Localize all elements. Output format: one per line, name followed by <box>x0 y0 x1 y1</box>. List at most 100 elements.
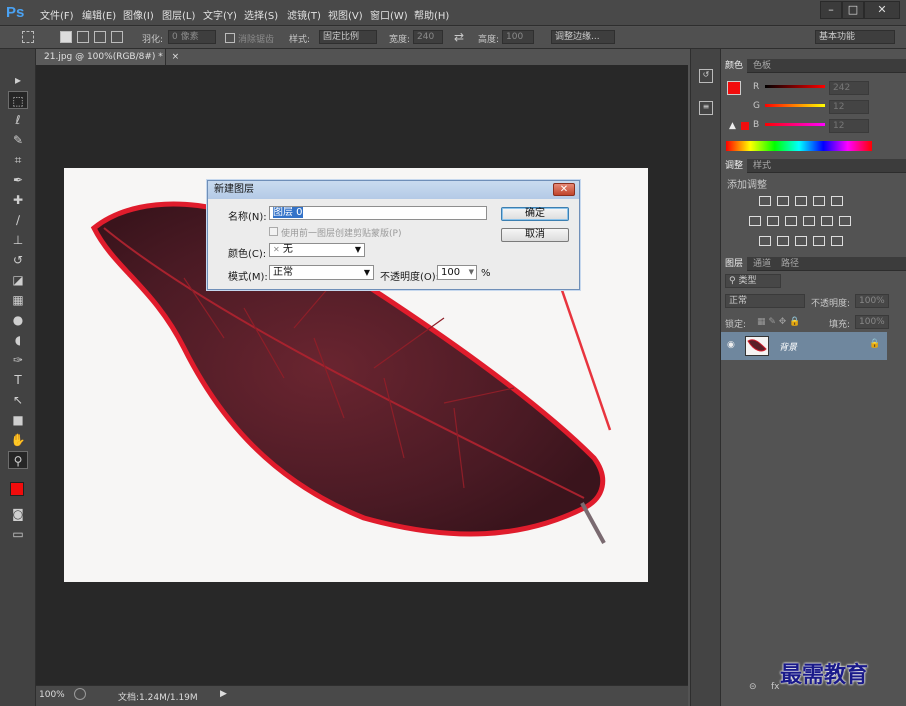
type-tool-icon[interactable]: T <box>8 371 28 389</box>
tab-styles[interactable]: 样式 <box>749 159 775 173</box>
curves-icon[interactable] <box>795 196 807 206</box>
gamut-warning-chip[interactable] <box>741 122 749 130</box>
warning-icon[interactable]: ▲ <box>729 121 736 131</box>
tab-paths[interactable]: 路径 <box>777 257 803 271</box>
status-menu-arrow-icon[interactable]: ▶ <box>220 689 227 699</box>
menu-file[interactable]: 文件(F) <box>40 7 74 22</box>
tab-adjustments[interactable]: 调整 <box>721 159 748 173</box>
ok-button[interactable]: 确定 <box>501 207 569 221</box>
g-value[interactable]: 12 <box>829 100 869 114</box>
menu-image[interactable]: 图像(I) <box>123 7 154 22</box>
link-layers-icon[interactable]: ⊝ <box>749 682 757 692</box>
intersect-selection-icon[interactable] <box>111 31 123 43</box>
foreground-color-chip[interactable] <box>727 81 741 95</box>
menu-edit[interactable]: 编辑(E) <box>82 7 116 22</box>
vibrance-icon[interactable] <box>831 196 843 206</box>
layer-row-background[interactable]: ◉ 背景 🔒 <box>721 332 887 360</box>
menu-filter[interactable]: 滤镜(T) <box>287 7 321 22</box>
crop-tool-icon[interactable]: ⌗ <box>8 151 28 169</box>
channel-mixer-icon[interactable] <box>821 216 833 226</box>
subtract-selection-icon[interactable] <box>94 31 106 43</box>
fx-icon[interactable]: fx <box>771 682 780 692</box>
properties-panel-icon[interactable]: ≡ <box>699 101 713 115</box>
maximize-button[interactable]: □ <box>842 1 864 19</box>
foreground-color-swatch[interactable] <box>10 482 24 496</box>
visibility-eye-icon[interactable]: ◉ <box>727 340 735 350</box>
dodge-tool-icon[interactable]: ◖ <box>8 331 28 349</box>
path-selection-tool-icon[interactable]: ↖ <box>8 391 28 409</box>
exposure-icon[interactable] <box>813 196 825 206</box>
fill-input[interactable]: 100% <box>855 315 889 329</box>
gradient-map-icon[interactable] <box>813 236 825 246</box>
blur-tool-icon[interactable]: ● <box>8 311 28 329</box>
color-select[interactable]: ✕ 无 ▼ <box>269 243 365 257</box>
eyedropper-tool-icon[interactable]: ✒ <box>8 171 28 189</box>
blend-mode-select[interactable]: 正常 <box>725 294 805 308</box>
threshold-icon[interactable] <box>795 236 807 246</box>
brush-tool-icon[interactable]: ∕ <box>8 211 28 229</box>
menu-view[interactable]: 视图(V) <box>328 7 363 22</box>
rectangle-tool-icon[interactable]: ■ <box>8 411 28 429</box>
brightness-icon[interactable] <box>759 196 771 206</box>
levels-icon[interactable] <box>777 196 789 206</box>
menu-type[interactable]: 文字(Y) <box>203 7 237 22</box>
r-value[interactable]: 242 <box>829 81 869 95</box>
screen-mode-icon[interactable]: ▭ <box>8 525 28 543</box>
tab-layers[interactable]: 图层 <box>721 257 748 271</box>
black-white-icon[interactable] <box>785 216 797 226</box>
add-selection-icon[interactable] <box>77 31 89 43</box>
zoom-tool-icon[interactable]: ⚲ <box>8 451 28 469</box>
new-selection-icon[interactable] <box>60 31 72 43</box>
workspace-select[interactable]: 基本功能 <box>815 30 895 44</box>
document-tab[interactable]: 21.jpg @ 100%(RGB/8#) * × <box>36 49 179 65</box>
layer-filter-select[interactable]: ⚲ 类型 <box>725 274 781 288</box>
tab-swatches[interactable]: 色板 <box>749 59 775 73</box>
history-panel-icon[interactable]: ↺ <box>699 69 713 83</box>
move-tool-icon[interactable]: ▸ <box>8 71 28 89</box>
width-input[interactable]: 240 <box>413 30 443 44</box>
r-slider[interactable] <box>765 85 825 88</box>
layer-name[interactable]: 背景 <box>779 340 797 353</box>
opacity-chevron-icon[interactable]: ▼ <box>469 266 474 279</box>
tab-color[interactable]: 颜色 <box>721 59 748 73</box>
layer-name-input[interactable]: 图层 0 <box>269 206 487 220</box>
photo-filter-icon[interactable] <box>803 216 815 226</box>
menu-window[interactable]: 窗口(W) <box>370 7 408 22</box>
swap-icon[interactable]: ⇄ <box>454 30 464 44</box>
height-input[interactable]: 100 <box>502 30 534 44</box>
menu-help[interactable]: 帮助(H) <box>414 7 449 22</box>
posterize-icon[interactable] <box>777 236 789 246</box>
close-button[interactable]: ✕ <box>864 1 900 19</box>
selective-color-icon[interactable] <box>831 236 843 246</box>
hue-saturation-icon[interactable] <box>749 216 761 226</box>
quick-selection-tool-icon[interactable]: ✎ <box>8 131 28 149</box>
dialog-close-button[interactable]: ✕ <box>553 183 575 196</box>
color-balance-icon[interactable] <box>767 216 779 226</box>
lasso-tool-icon[interactable]: ℓ <box>8 111 28 129</box>
lock-icons[interactable]: ▦ ✎ ✥ 🔒 <box>757 317 800 327</box>
clip-mask-checkbox[interactable] <box>269 227 278 236</box>
marquee-preset-icon[interactable] <box>22 31 34 43</box>
healing-brush-tool-icon[interactable]: ✚ <box>8 191 28 209</box>
style-select[interactable]: 固定比例 <box>319 30 377 44</box>
quick-mask-icon[interactable]: ◙ <box>8 505 28 523</box>
menu-select[interactable]: 选择(S) <box>244 7 278 22</box>
opacity-input[interactable]: 100 ▼ <box>437 265 477 280</box>
menu-layer[interactable]: 图层(L) <box>162 7 195 22</box>
mode-select[interactable]: 正常 ▼ <box>269 265 374 280</box>
refine-edge-button[interactable]: 调整边缘... <box>551 30 615 44</box>
zoom-level[interactable]: 100% <box>39 690 65 700</box>
rectangular-marquee-tool-icon[interactable]: ⬚ <box>8 91 28 109</box>
b-value[interactable]: 12 <box>829 119 869 133</box>
history-brush-tool-icon[interactable]: ↺ <box>8 251 28 269</box>
antialias-checkbox[interactable] <box>225 33 235 43</box>
color-spectrum-bar[interactable] <box>726 141 872 151</box>
document-tab-close[interactable]: × <box>172 52 180 62</box>
hand-tool-icon[interactable]: ✋ <box>8 431 28 449</box>
invert-icon[interactable] <box>759 236 771 246</box>
b-slider[interactable] <box>765 123 825 126</box>
color-lookup-icon[interactable] <box>839 216 851 226</box>
g-slider[interactable] <box>765 104 825 107</box>
pen-tool-icon[interactable]: ✑ <box>8 351 28 369</box>
feather-input[interactable]: 0 像素 <box>168 30 216 44</box>
